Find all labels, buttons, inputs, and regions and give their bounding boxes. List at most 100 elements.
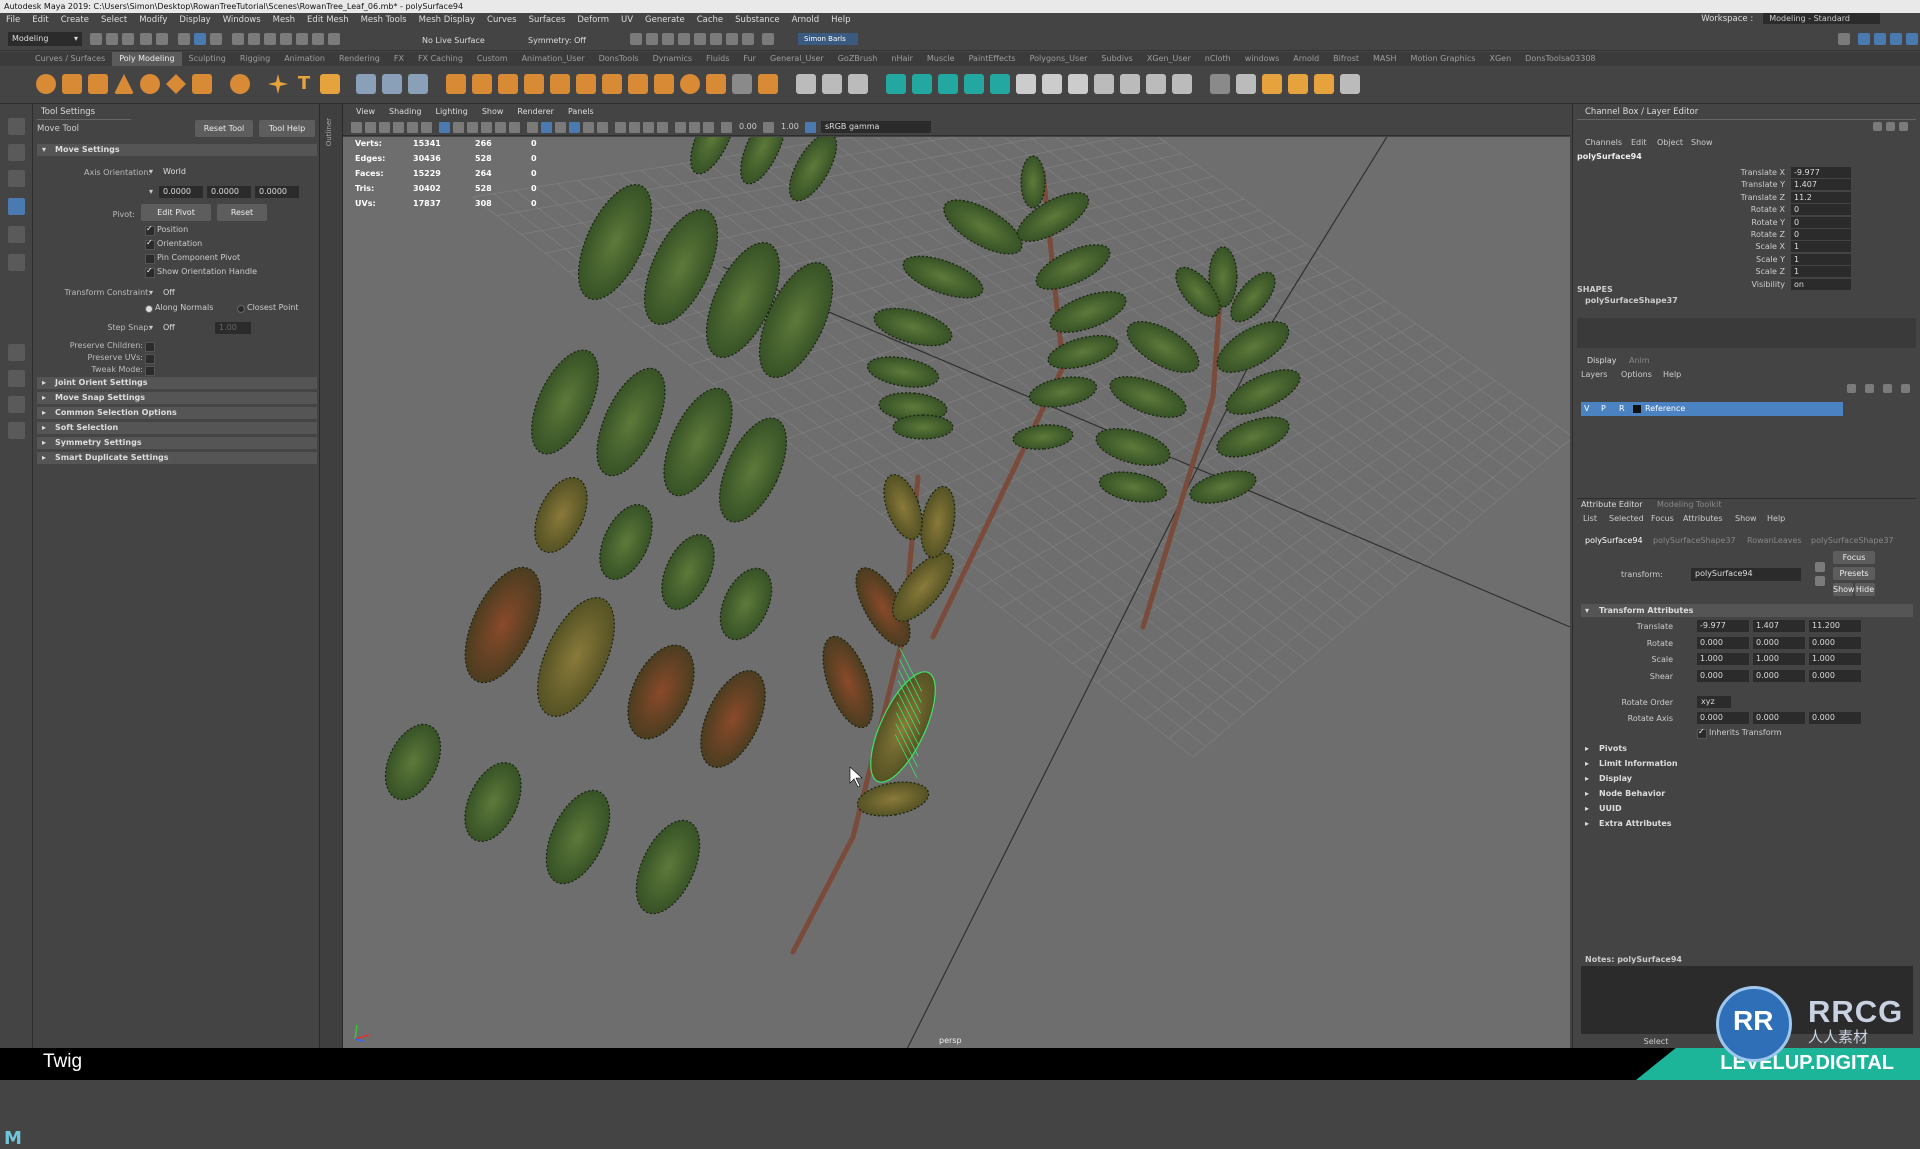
twig-1-leaf[interactable]	[1045, 329, 1122, 375]
uuid-section[interactable]: UUID	[1581, 802, 1913, 815]
menu-edit[interactable]: Edit	[26, 15, 54, 25]
shelf-tab[interactable]: Rendering	[332, 52, 387, 66]
collapse-icon[interactable]	[706, 74, 726, 94]
shelf-tab[interactable]: Fur	[736, 52, 763, 66]
menu-modify[interactable]: Modify	[133, 15, 173, 25]
twig-1-leaf[interactable]	[892, 414, 954, 440]
channel-box-toggle-icon[interactable]	[1874, 33, 1886, 45]
channel-label[interactable]: Rotate Y	[1713, 218, 1785, 227]
smooth-icon[interactable]	[408, 74, 428, 94]
snap-grid-icon[interactable]	[232, 33, 244, 45]
textured-icon[interactable]	[569, 122, 580, 133]
layer-name[interactable]: Reference	[1645, 402, 1685, 416]
lasso-tool-icon[interactable]	[8, 144, 25, 161]
viewport-menu-shading[interactable]: Shading	[382, 107, 429, 116]
attr-translate-x[interactable]: -9.977	[1697, 620, 1749, 632]
tab-attribute-editor[interactable]: Attribute Editor	[1581, 500, 1643, 509]
edit-pivot-button[interactable]: Edit Pivot	[141, 204, 211, 221]
unfold-uv-icon[interactable]	[990, 74, 1010, 94]
channel-value[interactable]: 1	[1791, 266, 1851, 278]
twig-2-leaf[interactable]	[1187, 465, 1260, 510]
viewport-menu-panels[interactable]: Panels	[561, 107, 601, 116]
select-object-icon[interactable]	[194, 33, 206, 45]
select-component-icon[interactable]	[210, 33, 222, 45]
snap-curve-icon[interactable]	[248, 33, 260, 45]
shelf-tab[interactable]: DonsToolsa03308	[1518, 52, 1602, 66]
rotate-axis-x[interactable]: 0.000	[1697, 712, 1749, 724]
menu-windows[interactable]: Windows	[217, 15, 267, 25]
pivots-section[interactable]: Pivots	[1581, 742, 1913, 755]
channel-value[interactable]: on	[1791, 278, 1851, 290]
axis-x-field[interactable]: 0.0000	[159, 186, 203, 198]
shelf-tab[interactable]: DonsTools	[592, 52, 646, 66]
viewport-menu-show[interactable]: Show	[475, 107, 511, 116]
along-normals-radio[interactable]: Along Normals	[145, 303, 213, 313]
custom-script-icon[interactable]	[1262, 74, 1282, 94]
shelf-tab[interactable]: Fluids	[699, 52, 736, 66]
triangulate-icon[interactable]	[758, 74, 778, 94]
new-scene-icon[interactable]	[90, 33, 102, 45]
super-shape-icon[interactable]	[268, 74, 288, 94]
ae-nav-icon[interactable]	[1815, 576, 1825, 586]
sidebar-toggle-icon[interactable]	[1838, 33, 1850, 45]
channel-box-icon[interactable]	[1873, 122, 1882, 131]
select-camera-icon[interactable]	[351, 122, 362, 133]
bridge-icon[interactable]	[550, 74, 570, 94]
gamma-icon[interactable]	[763, 122, 774, 133]
camera-attributes-icon[interactable]	[365, 122, 376, 133]
scene-canvas[interactable]	[343, 137, 1570, 1048]
cb-menu-channels[interactable]: Channels	[1585, 138, 1622, 147]
custom-script-4-icon[interactable]	[1340, 74, 1360, 94]
ae-menu-selected[interactable]: Selected	[1609, 514, 1644, 523]
reduce-icon[interactable]	[732, 74, 752, 94]
twig-1-leaf[interactable]	[1027, 372, 1099, 411]
layout-toggle-icon[interactable]	[1858, 33, 1870, 45]
soft-selection-section[interactable]: Soft Selection	[37, 422, 317, 434]
snap-surface-icon[interactable]	[296, 33, 308, 45]
user-account-button[interactable]: Simon Barls	[798, 33, 858, 45]
attr-translate-y[interactable]: 1.407	[1753, 620, 1805, 632]
node-tab-shape[interactable]: polySurfaceShape37	[1653, 536, 1736, 545]
float-panel-icon[interactable]	[1899, 122, 1908, 131]
channel-label[interactable]: Rotate X	[1713, 205, 1785, 214]
shelf-tab[interactable]: Custom	[470, 52, 515, 66]
menu-deform[interactable]: Deform	[571, 15, 615, 25]
shelf-tab[interactable]: Arnold	[1286, 52, 1326, 66]
new-layer-icon[interactable]	[1883, 384, 1892, 393]
ae-menu-show[interactable]: Show	[1735, 514, 1757, 523]
leaf-mesh[interactable]	[780, 137, 846, 208]
leaf-mesh[interactable]	[710, 560, 782, 647]
cb-menu-show[interactable]: Show	[1691, 138, 1713, 147]
channel-value[interactable]: 0	[1791, 216, 1851, 228]
image-plane-icon[interactable]	[393, 122, 404, 133]
append-polygon-icon[interactable]	[576, 74, 596, 94]
leaf-mesh[interactable]	[651, 526, 725, 617]
ae-menu-focus[interactable]: Focus	[1651, 514, 1674, 523]
extra-attributes-section[interactable]: Extra Attributes	[1581, 817, 1913, 830]
shelf-tab[interactable]: Sculpting	[182, 52, 233, 66]
shelf-tab[interactable]: Polygons_User	[1023, 52, 1095, 66]
joint-orient-settings-section[interactable]: Joint Orient Settings	[37, 377, 317, 389]
transform-name-field[interactable]: polySurface94	[1691, 568, 1801, 581]
screen-space-ao-icon[interactable]	[615, 122, 626, 133]
menu-mesh[interactable]: Mesh	[267, 15, 301, 25]
tab-display[interactable]: Display	[1587, 356, 1617, 365]
poly-sphere-icon[interactable]	[36, 74, 56, 94]
channel-label[interactable]: Translate X	[1713, 168, 1785, 177]
menu-generate[interactable]: Generate	[639, 15, 691, 25]
move-settings-section[interactable]: Move Settings	[37, 144, 317, 156]
circularize-icon[interactable]	[680, 74, 700, 94]
svg-tool-icon[interactable]	[320, 74, 340, 94]
attribute-editor-toggle-icon[interactable]	[1890, 33, 1902, 45]
layer-down-icon[interactable]	[1865, 384, 1874, 393]
field-chart-icon[interactable]	[495, 122, 506, 133]
cut-uv-icon[interactable]	[1042, 74, 1062, 94]
workspace-value[interactable]: Modeling - Standard	[1763, 13, 1880, 24]
limit-information-section[interactable]: Limit Information	[1581, 757, 1913, 770]
fill-hole-icon[interactable]	[602, 74, 622, 94]
scale-tool-icon[interactable]	[8, 254, 25, 271]
grease-pencil-icon[interactable]	[421, 122, 432, 133]
type-tool-icon[interactable]: T	[294, 74, 314, 94]
viewport-menu-view[interactable]: View	[349, 107, 382, 116]
attr-translate-z[interactable]: 11.200	[1809, 620, 1861, 632]
